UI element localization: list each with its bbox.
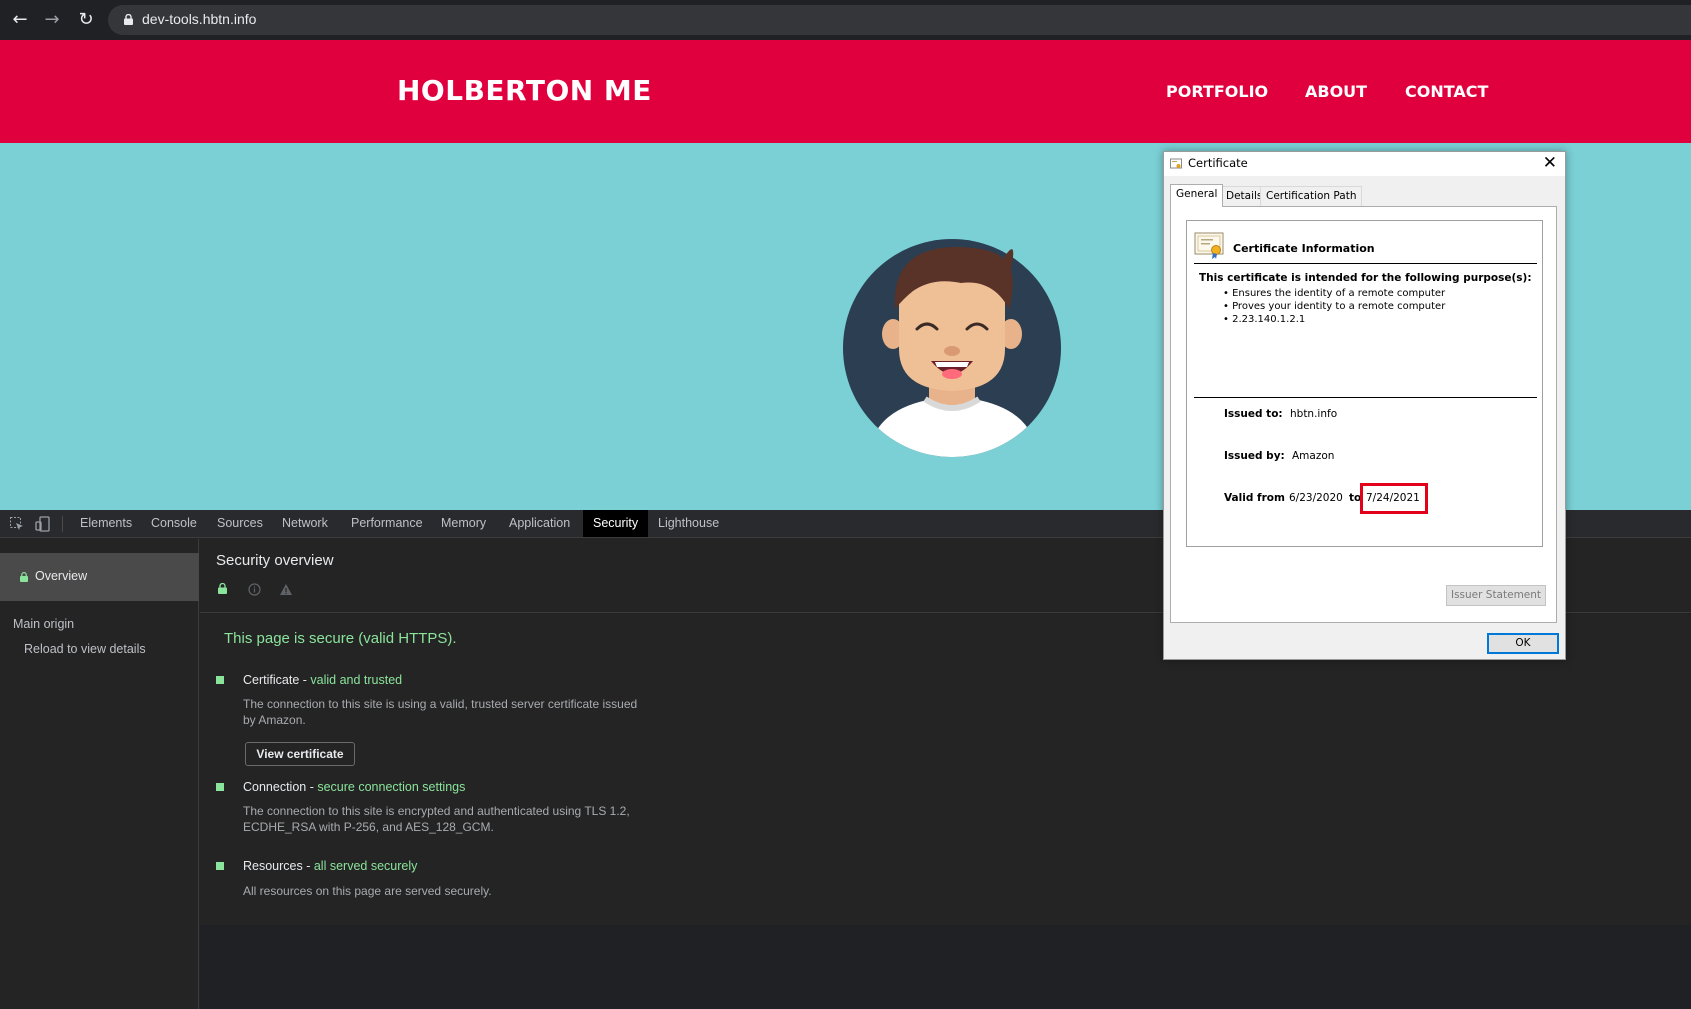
tab-application[interactable]: Application [499, 510, 580, 537]
resources-item-title: Resources - all served securely [243, 859, 418, 873]
sidebar-item-reload[interactable]: Reload to view details [24, 642, 146, 656]
valid-from-value: 6/23/2020 [1289, 492, 1343, 504]
tab-certification-path[interactable]: Certification Path [1260, 186, 1363, 206]
site-title[interactable]: HOLBERTON ME [397, 74, 652, 107]
view-certificate-button[interactable]: View certificate [245, 742, 355, 766]
secure-lock-icon [218, 583, 227, 594]
certificate-icon [1170, 158, 1182, 169]
status-bullet [216, 783, 224, 791]
item-status: all served securely [313, 859, 418, 873]
tab-sources[interactable]: Sources [207, 510, 273, 537]
purpose-item: • Ensures the identity of a remote compu… [1223, 288, 1446, 299]
certificate-info-heading: Certificate Information [1233, 242, 1375, 255]
status-bullet [216, 676, 224, 684]
item-title-text: Connection [243, 780, 307, 794]
issued-by-value: Amazon [1292, 450, 1335, 462]
purpose-heading: This certificate is intended for the fol… [1199, 272, 1532, 284]
warning-icon [280, 584, 292, 595]
info-icon [248, 583, 261, 596]
item-status: secure connection settings [317, 780, 466, 794]
tab-lighthouse[interactable]: Lighthouse [648, 510, 729, 537]
tab-performance[interactable]: Performance [341, 510, 433, 537]
main-origin-heading: Main origin [13, 617, 75, 631]
address-bar[interactable]: dev-tools.hbtn.info [108, 5, 1691, 35]
sidebar-item-overview[interactable]: Overview [0, 553, 199, 601]
site-header: HOLBERTON ME PORTFOLIO ABOUT CONTACT [0, 40, 1691, 143]
issued-to-label: Issued to: [1224, 408, 1283, 420]
general-tab-panel: Certificate Information This certificate… [1170, 206, 1557, 623]
lock-icon [124, 14, 133, 25]
device-toolbar-icon[interactable] [35, 516, 51, 532]
connection-item-title: Connection - secure connection settings [243, 780, 466, 794]
forward-icon[interactable]: → [40, 8, 64, 32]
tab-console[interactable]: Console [141, 510, 207, 537]
nav-about[interactable]: ABOUT [1305, 82, 1367, 101]
browser-toolbar: ← → ↻ dev-tools.hbtn.info [0, 0, 1691, 40]
purpose-item: • Proves your identity to a remote compu… [1223, 301, 1446, 312]
close-icon[interactable]: ✕ [1543, 153, 1557, 173]
ok-button[interactable]: OK [1487, 633, 1559, 654]
page-title: Security overview [216, 552, 334, 569]
tab-elements[interactable]: Elements [70, 510, 142, 537]
item-status: valid and trusted [310, 673, 403, 687]
tab-network[interactable]: Network [272, 510, 338, 537]
secure-message: This page is secure (valid HTTPS). [224, 630, 457, 647]
tab-general[interactable]: General [1170, 184, 1224, 207]
tab-memory[interactable]: Memory [431, 510, 496, 537]
nav-contact[interactable]: CONTACT [1405, 82, 1488, 101]
toolbar-divider [62, 516, 63, 532]
connection-item-description: The connection to this site is encrypted… [243, 804, 630, 834]
resources-item-description: All resources on this page are served se… [243, 884, 492, 898]
back-icon[interactable]: ← [8, 8, 32, 32]
certificate-info-box: Certificate Information This certificate… [1186, 220, 1543, 547]
valid-from-label: Valid from [1224, 492, 1285, 504]
certificate-dialog: Certificate ✕ General Details Certificat… [1163, 151, 1566, 660]
issuer-statement-button[interactable]: Issuer Statement [1446, 585, 1546, 606]
status-bullet [216, 862, 224, 870]
url-text[interactable]: dev-tools.hbtn.info [142, 11, 256, 27]
certificate-document-icon [1194, 232, 1224, 259]
dialog-title: Certificate [1188, 156, 1248, 170]
overview-body: This page is secure (valid HTTPS). Certi… [200, 614, 1691, 925]
purpose-item: • 2.23.140.1.2.1 [1223, 314, 1306, 325]
dialog-titlebar[interactable]: Certificate ✕ [1164, 152, 1565, 176]
issued-to-value: hbtn.info [1290, 408, 1338, 420]
nav-portfolio[interactable]: PORTFOLIO [1166, 82, 1268, 101]
highlight-box [1360, 483, 1428, 514]
tab-security[interactable]: Security [583, 510, 649, 537]
lock-icon [20, 572, 28, 582]
security-sidebar: Overview Main origin Reload to view deta… [0, 539, 199, 1009]
inspect-element-icon[interactable] [9, 516, 25, 532]
divider [1194, 397, 1537, 398]
issued-by-label: Issued by: [1224, 450, 1285, 462]
reload-icon[interactable]: ↻ [74, 8, 98, 32]
item-title-text: Certificate [243, 673, 300, 687]
sidebar-item-label: Overview [35, 569, 88, 583]
avatar [843, 239, 1061, 457]
certificate-item-title: Certificate - valid and trusted [243, 673, 403, 687]
certificate-item-description: The connection to this site is using a v… [243, 697, 638, 727]
item-title-text: Resources [243, 859, 303, 873]
divider [1194, 263, 1537, 264]
